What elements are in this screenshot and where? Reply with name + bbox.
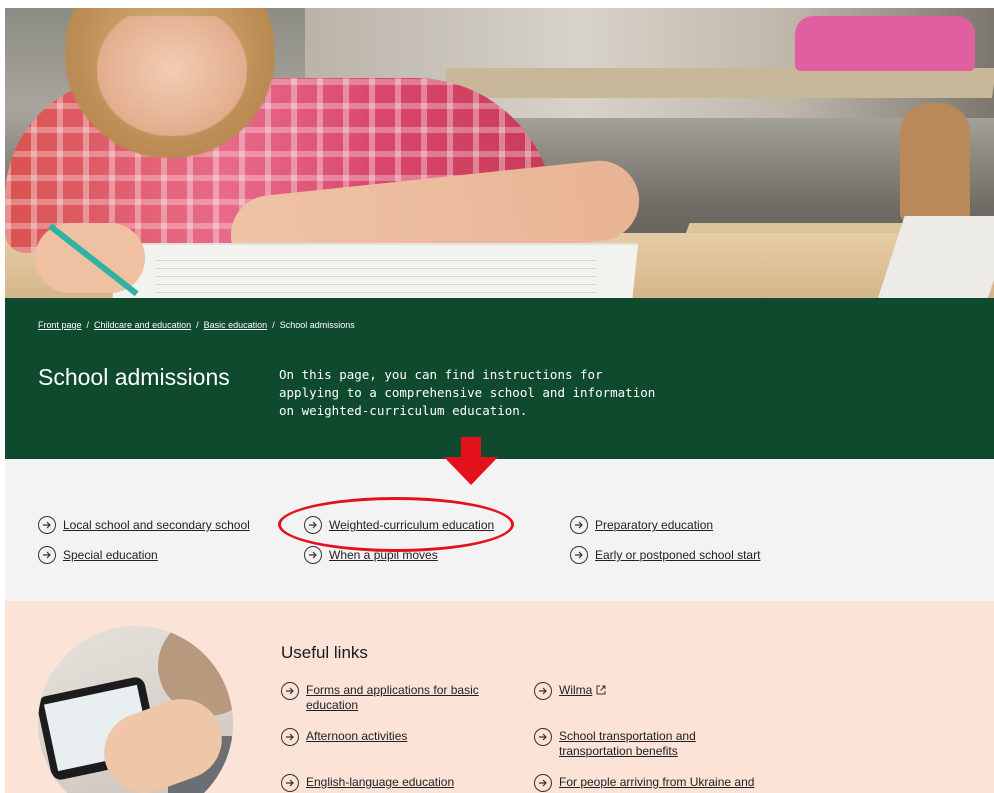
quick-link-early-postponed-start[interactable]: Early or postponed school start bbox=[570, 546, 760, 564]
arrow-circle-right-icon bbox=[534, 728, 552, 746]
arrow-circle-right-icon bbox=[38, 516, 56, 534]
breadcrumb-separator: / bbox=[196, 320, 199, 330]
arrow-circle-right-icon bbox=[570, 546, 588, 564]
useful-link-wilma[interactable]: Wilma bbox=[534, 682, 774, 700]
useful-link-english-education[interactable]: English-language education bbox=[281, 774, 491, 792]
quick-link-special-education[interactable]: Special education bbox=[38, 546, 158, 564]
breadcrumb-link-front-page[interactable]: Front page bbox=[38, 320, 82, 330]
hero-image bbox=[5, 8, 994, 298]
useful-link-forms[interactable]: Forms and applications for basic educati… bbox=[281, 682, 491, 713]
arrow-circle-right-icon bbox=[281, 728, 299, 746]
useful-links-title: Useful links bbox=[281, 643, 368, 662]
annotation-highlight-ellipse bbox=[278, 497, 514, 552]
quick-link-label: Preparatory education bbox=[595, 518, 714, 532]
quick-link-label: Special education bbox=[63, 548, 158, 562]
arrow-circle-right-icon bbox=[534, 682, 552, 700]
quick-link-label: Early or postponed school start bbox=[595, 548, 761, 562]
breadcrumb-link-basic-education[interactable]: Basic education bbox=[204, 320, 268, 330]
page-title: School admissions bbox=[38, 364, 230, 390]
arrow-circle-right-icon bbox=[304, 546, 322, 564]
quick-link-label: Local school and secondary school bbox=[63, 518, 250, 532]
useful-link-label: Wilma bbox=[559, 683, 593, 697]
arrow-circle-right-icon bbox=[38, 546, 56, 564]
intro-description: On this page, you can find instructions … bbox=[279, 367, 656, 418]
breadcrumb: Front page / Childcare and education / B… bbox=[38, 320, 355, 330]
annotation-arrow-down-icon bbox=[444, 437, 498, 485]
arrow-circle-right-icon bbox=[281, 682, 299, 700]
arrow-circle-right-icon bbox=[570, 516, 588, 534]
useful-link-label: For people arriving from Ukraine and bbox=[559, 775, 755, 789]
arrow-circle-right-icon bbox=[534, 774, 552, 792]
intro-section: Front page / Childcare and education / B… bbox=[5, 298, 994, 459]
useful-links-section: Useful links Forms and applications for … bbox=[5, 601, 994, 793]
useful-link-label: Forms and applications for basic educati… bbox=[306, 683, 479, 712]
useful-link-afternoon-activities[interactable]: Afternoon activities bbox=[281, 728, 491, 746]
useful-link-label: School transportation and transportation… bbox=[559, 729, 696, 758]
quick-link-local-school[interactable]: Local school and secondary school bbox=[38, 516, 250, 534]
useful-link-label: Afternoon activities bbox=[306, 729, 408, 743]
breadcrumb-separator: / bbox=[272, 320, 275, 330]
tablet-photo bbox=[38, 626, 233, 793]
arrow-circle-right-icon bbox=[281, 774, 299, 792]
breadcrumb-link-childcare[interactable]: Childcare and education bbox=[94, 320, 191, 330]
quick-link-preparatory-education[interactable]: Preparatory education bbox=[570, 516, 713, 534]
useful-link-ukraine[interactable]: For people arriving from Ukraine and bbox=[534, 774, 784, 792]
external-link-icon bbox=[596, 685, 606, 695]
useful-link-label: English-language education bbox=[306, 775, 455, 789]
useful-link-school-transportation[interactable]: School transportation and transportation… bbox=[534, 728, 754, 759]
breadcrumb-current: School admissions bbox=[279, 320, 355, 330]
breadcrumb-separator: / bbox=[86, 320, 90, 330]
